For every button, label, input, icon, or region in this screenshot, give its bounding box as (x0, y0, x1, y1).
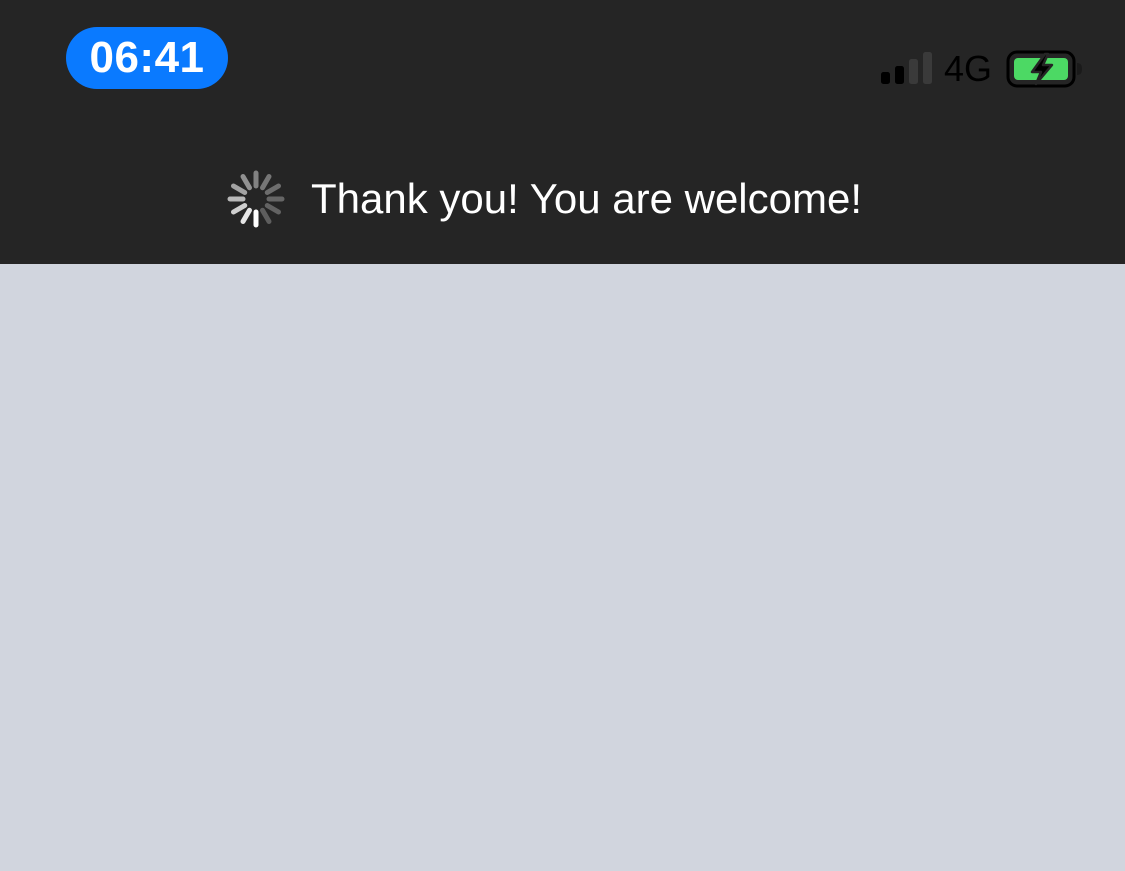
network-type: 4G (944, 48, 993, 89)
main-content-area (0, 264, 1125, 871)
time-pill[interactable]: 06:41 (66, 27, 228, 89)
banner-message: Thank you! You are welcome! (311, 175, 863, 222)
top-header: 06:41 4G Thank you! You are welcome! (0, 0, 1125, 264)
loading-spinner-icon (227, 170, 285, 228)
battery-charging-icon (1006, 50, 1082, 88)
cellular-signal-icon (881, 52, 932, 84)
status-time: 06:41 (89, 33, 205, 82)
